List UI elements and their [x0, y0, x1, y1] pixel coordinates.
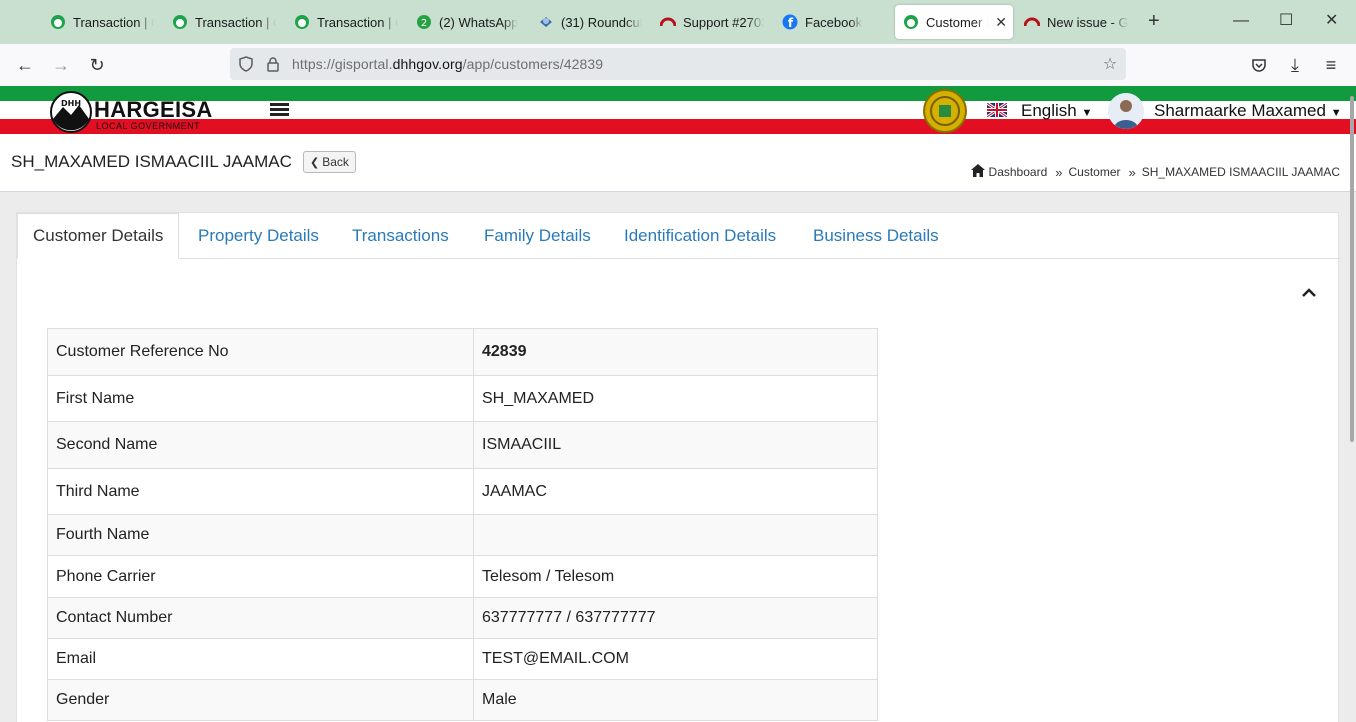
pocket-icon[interactable] — [1247, 53, 1271, 77]
detail-value: TEST@EMAIL.COM — [473, 638, 878, 680]
language-dropdown[interactable]: English ▼ — [1021, 101, 1092, 121]
site-logo-icon[interactable]: DHH — [50, 91, 92, 133]
chevron-left-icon: ❮ — [310, 156, 320, 169]
page-title-bar: SH_MAXAMED ISMAACIIL JAAMAC ❮ Back Dashb… — [0, 136, 1356, 192]
tab-customer-details[interactable]: Customer Details — [17, 213, 180, 259]
redmine-icon — [1024, 14, 1040, 30]
detail-row: Contact Number 637777777 / 637777777 — [47, 597, 878, 639]
tab-business-details[interactable]: Business Details — [813, 213, 939, 259]
detail-value: ISMAACIIL — [473, 421, 878, 469]
detail-label: Phone Carrier — [47, 555, 474, 598]
detail-row: Phone Carrier Telesom / Telesom — [47, 555, 878, 598]
tab-property-details[interactable]: Property Details — [198, 213, 319, 259]
detail-label: First Name — [47, 375, 474, 422]
url-text[interactable]: https://gisportal.dhhgov.org/app/custome… — [292, 56, 603, 72]
detail-value — [473, 514, 878, 556]
breadcrumb-current: SH_MAXAMED ISMAACIIL JAAMAC — [1141, 165, 1340, 179]
browser-nav-bar: ← → ↻ https://gisportal.dhhgov.org/app/c… — [0, 44, 1356, 86]
tab-family-details[interactable]: Family Details — [484, 213, 591, 259]
collapse-chevron-up-icon[interactable] — [1302, 285, 1316, 297]
page-scrollbar[interactable] — [1350, 96, 1354, 442]
caret-down-icon: ▼ — [1330, 107, 1342, 119]
detail-value: SH_MAXAMED — [473, 375, 878, 422]
redmine-icon — [660, 14, 676, 30]
close-window-button[interactable]: ✕ — [1325, 12, 1338, 30]
bookmark-star-icon[interactable]: ☆ — [1100, 54, 1120, 74]
breadcrumb-customer-link[interactable]: Customer — [1068, 165, 1120, 179]
forward-arrow-icon[interactable]: → — [49, 53, 73, 77]
detail-value: JAAMAC — [473, 468, 878, 515]
browser-tab-facebook[interactable]: f Facebook — [782, 5, 886, 39]
browser-tab[interactable]: Transaction | GIS — [294, 5, 398, 39]
hargeisa-favicon-icon — [294, 14, 310, 30]
detail-label: Customer Reference No — [47, 328, 474, 376]
detail-label: Contact Number — [47, 597, 474, 639]
customer-card: Customer Details Property Details Transa… — [16, 212, 1340, 722]
browser-tab-new-issue[interactable]: New issue - GIS — [1024, 5, 1128, 39]
browser-tab[interactable]: Transaction | GIS — [50, 5, 154, 39]
detail-value: 42839 — [473, 328, 878, 376]
uk-flag-icon[interactable] — [986, 101, 1008, 119]
detail-value: Telesom / Telesom — [473, 555, 878, 598]
detail-row: Fourth Name — [47, 514, 878, 556]
detail-label: Third Name — [47, 468, 474, 515]
reload-icon[interactable]: ↻ — [85, 53, 109, 77]
detail-row: Customer Reference No 42839 — [47, 328, 878, 376]
home-icon — [970, 164, 985, 180]
detail-label: Gender — [47, 679, 474, 721]
detail-row: Second Name ISMAACIIL — [47, 421, 878, 469]
maximize-button[interactable]: ☐ — [1279, 12, 1293, 30]
shield-icon[interactable] — [236, 54, 256, 74]
browser-tab-whatsapp[interactable]: 2 (2) WhatsApp — [416, 5, 520, 39]
government-emblem-icon — [923, 89, 967, 133]
lock-icon[interactable] — [263, 54, 283, 74]
browser-tab-roundcube[interactable]: (31) Roundcube — [538, 5, 642, 39]
site-header: DHH HARGEISA LOCAL GOVERNMENT English ▼ … — [0, 86, 1356, 136]
hargeisa-favicon-icon — [172, 14, 188, 30]
menu-icon[interactable]: ≡ — [1319, 53, 1343, 77]
detail-label: Fourth Name — [47, 514, 474, 556]
hargeisa-favicon-icon — [50, 14, 66, 30]
detail-label: Second Name — [47, 421, 474, 469]
detail-row: First Name SH_MAXAMED — [47, 375, 878, 422]
site-logo-text[interactable]: HARGEISA — [94, 99, 213, 121]
facebook-icon: f — [782, 14, 798, 30]
back-arrow-icon[interactable]: ← — [13, 53, 37, 77]
detail-value: Male — [473, 679, 878, 721]
browser-tab[interactable]: Transaction | GIS — [172, 5, 276, 39]
detail-row: Email TEST@EMAIL.COM — [47, 638, 878, 680]
detail-row: Third Name JAAMAC — [47, 468, 878, 515]
download-icon[interactable]: ⤓ — [1283, 53, 1307, 77]
browser-tab-customer-active[interactable]: Customer | GIS ✕ — [895, 5, 1013, 39]
back-button[interactable]: ❮ Back — [303, 151, 356, 173]
hargeisa-favicon-icon — [903, 14, 919, 30]
user-menu-dropdown[interactable]: Sharmaarke Maxamed ▼ — [1154, 101, 1342, 121]
detail-row: Gender Male — [47, 679, 878, 721]
tab-transactions[interactable]: Transactions — [352, 213, 449, 259]
svg-text:f: f — [788, 16, 794, 30]
browser-tab-bar: Transaction | GIS Transaction | GIS Tran… — [0, 0, 1356, 44]
caret-down-icon: ▼ — [1081, 107, 1093, 119]
roundcube-icon — [538, 14, 554, 30]
new-tab-button[interactable]: + — [1148, 11, 1160, 31]
user-avatar[interactable] — [1108, 93, 1144, 129]
browser-tab-support[interactable]: Support #2703 — [660, 5, 764, 39]
svg-text:DHH: DHH — [61, 99, 81, 108]
sidebar-toggle-icon[interactable] — [270, 103, 289, 117]
page-title: SH_MAXAMED ISMAACIIL JAAMAC — [11, 152, 292, 171]
url-bar[interactable]: https://gisportal.dhhgov.org/app/custome… — [230, 48, 1126, 80]
site-logo-subtitle: LOCAL GOVERNMENT — [96, 121, 201, 131]
close-tab-icon[interactable]: ✕ — [995, 14, 1007, 31]
whatsapp-icon: 2 — [416, 14, 432, 30]
breadcrumb-dashboard-link[interactable]: Dashboard — [989, 165, 1048, 179]
detail-label: Email — [47, 638, 474, 680]
svg-text:2: 2 — [421, 18, 427, 29]
detail-tabs: Customer Details Property Details Transa… — [17, 213, 1340, 259]
breadcrumb: Dashboard » Customer » SH_MAXAMED ISMAAC… — [970, 164, 1340, 180]
detail-value: 637777777 / 637777777 — [473, 597, 878, 639]
tab-identification-details[interactable]: Identification Details — [624, 213, 776, 259]
minimize-button[interactable]: — — [1233, 12, 1249, 30]
customer-details-table: Customer Reference No 42839 First Name SH_M… — [47, 328, 878, 721]
